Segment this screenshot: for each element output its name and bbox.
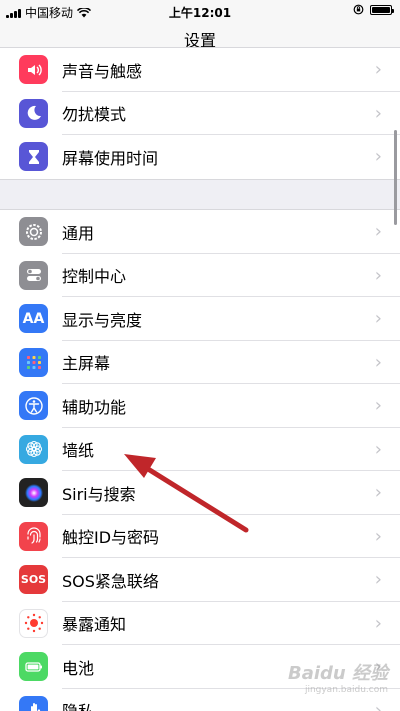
watermark-text: Baidu 经验 bbox=[287, 663, 388, 684]
annotation-arrow bbox=[124, 454, 249, 533]
watermark: Baidu 经验 jingyan.baidu.com bbox=[288, 659, 388, 695]
watermark-sub: jingyan.baidu.com bbox=[304, 685, 388, 695]
